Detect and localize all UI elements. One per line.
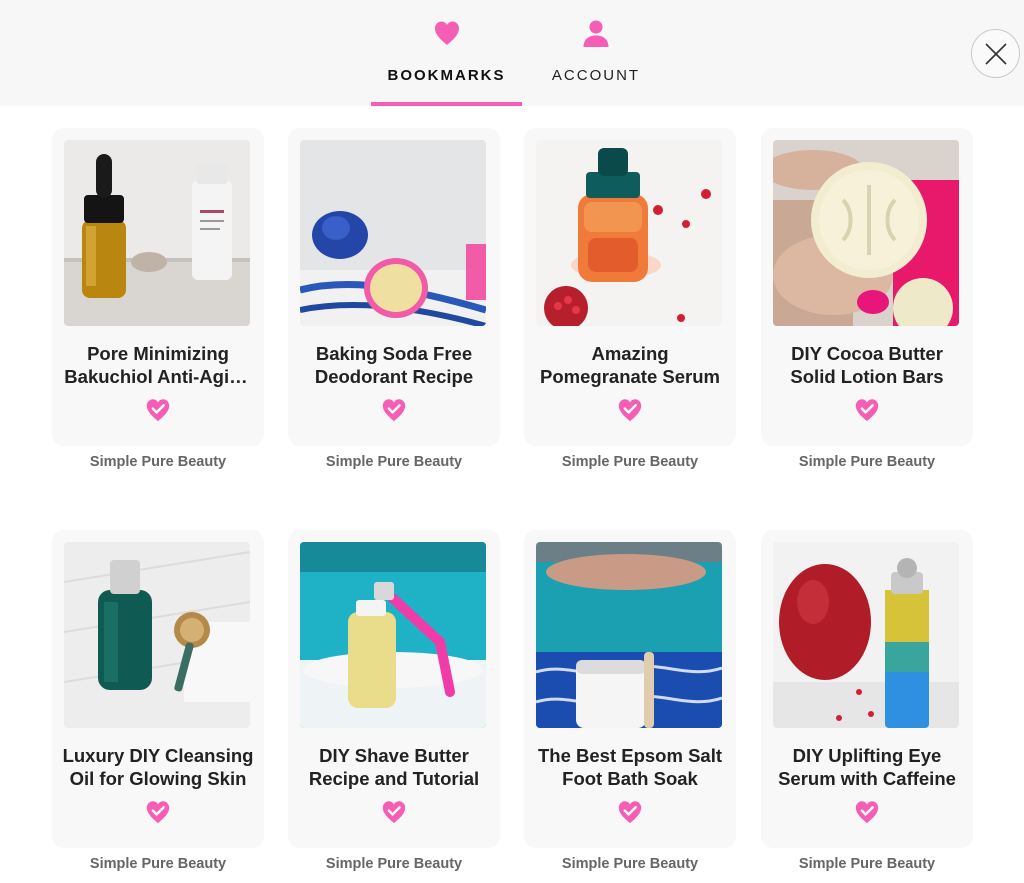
heart-check-icon[interactable]	[616, 396, 644, 424]
heart-check-icon[interactable]	[144, 396, 172, 424]
bookmark-card-body[interactable]: Luxury DIY Cleansing Oil for Glowing Ski…	[52, 530, 264, 848]
recipe-source: Simple Pure Beauty	[89, 454, 227, 470]
tab-bookmarks[interactable]: BOOKMARKS	[371, 0, 522, 106]
recipe-title: Amazing Pomegranate Serum	[540, 343, 720, 387]
recipe-image	[536, 140, 722, 326]
tab-account[interactable]: ACCOUNT	[532, 0, 660, 106]
recipe-image	[773, 140, 959, 326]
bookmark-card-body[interactable]: DIY Shave Butter Recipe and Tutorial	[288, 530, 500, 848]
recipe-title: DIY Uplifting Eye Serum with Caffeine	[778, 745, 956, 789]
recipe-source: Simple Pure Beauty	[798, 856, 936, 872]
recipe-source: Simple Pure Beauty	[561, 454, 699, 470]
bookmark-card-body[interactable]: Baking Soda Free Deodorant Recipe	[288, 128, 500, 446]
bookmark-card-body[interactable]: The Best Epsom Salt Foot Bath Soak	[524, 530, 736, 848]
recipe-source: Simple Pure Beauty	[89, 856, 227, 872]
recipe-title: Pore Minimizing Bakuchiol Anti-Aging Ser…	[64, 343, 252, 387]
heart-check-icon[interactable]	[144, 798, 172, 826]
top-navigation: BOOKMARKS ACCOUNT	[0, 0, 1024, 106]
heart-check-icon[interactable]	[853, 798, 881, 826]
recipe-source: Simple Pure Beauty	[561, 856, 699, 872]
bookmark-card-body[interactable]: DIY Cocoa Butter Solid Lotion Bars	[761, 128, 973, 446]
recipe-image	[300, 140, 486, 326]
heart-check-icon[interactable]	[380, 396, 408, 424]
heart-check-icon[interactable]	[616, 798, 644, 826]
recipe-title: The Best Epsom Salt Foot Bath Soak	[537, 745, 722, 789]
user-icon	[583, 20, 609, 47]
bookmark-card-body[interactable]: Pore Minimizing Bakuchiol Anti-Aging Ser…	[52, 128, 264, 446]
recipe-image	[773, 542, 959, 728]
recipe-image	[64, 542, 250, 728]
close-icon	[985, 43, 1007, 65]
recipe-image	[64, 140, 250, 326]
recipe-image	[536, 542, 722, 728]
close-button[interactable]	[971, 29, 1020, 78]
recipe-source: Simple Pure Beauty	[798, 454, 936, 470]
recipe-title: Luxury DIY Cleansing Oil for Glowing Ski…	[62, 745, 254, 789]
heart-check-icon[interactable]	[380, 798, 408, 826]
heart-check-icon[interactable]	[853, 396, 881, 424]
recipe-image	[300, 542, 486, 728]
tab-bookmarks-label: BOOKMARKS	[387, 67, 506, 84]
tab-account-label: ACCOUNT	[551, 67, 641, 84]
recipe-source: Simple Pure Beauty	[325, 856, 463, 872]
recipe-title: DIY Cocoa Butter Solid Lotion Bars	[790, 343, 944, 387]
bookmarks-grid: Pore Minimizing Bakuchiol Anti-Aging Ser…	[0, 106, 1024, 883]
recipe-source: Simple Pure Beauty	[325, 454, 463, 470]
recipe-title: Baking Soda Free Deodorant Recipe	[314, 343, 474, 387]
bookmark-card-body[interactable]: DIY Uplifting Eye Serum with Caffeine	[761, 530, 973, 848]
bookmark-card-body[interactable]: Amazing Pomegranate Serum	[524, 128, 736, 446]
heart-icon	[434, 21, 459, 45]
recipe-title: DIY Shave Butter Recipe and Tutorial	[308, 745, 480, 789]
